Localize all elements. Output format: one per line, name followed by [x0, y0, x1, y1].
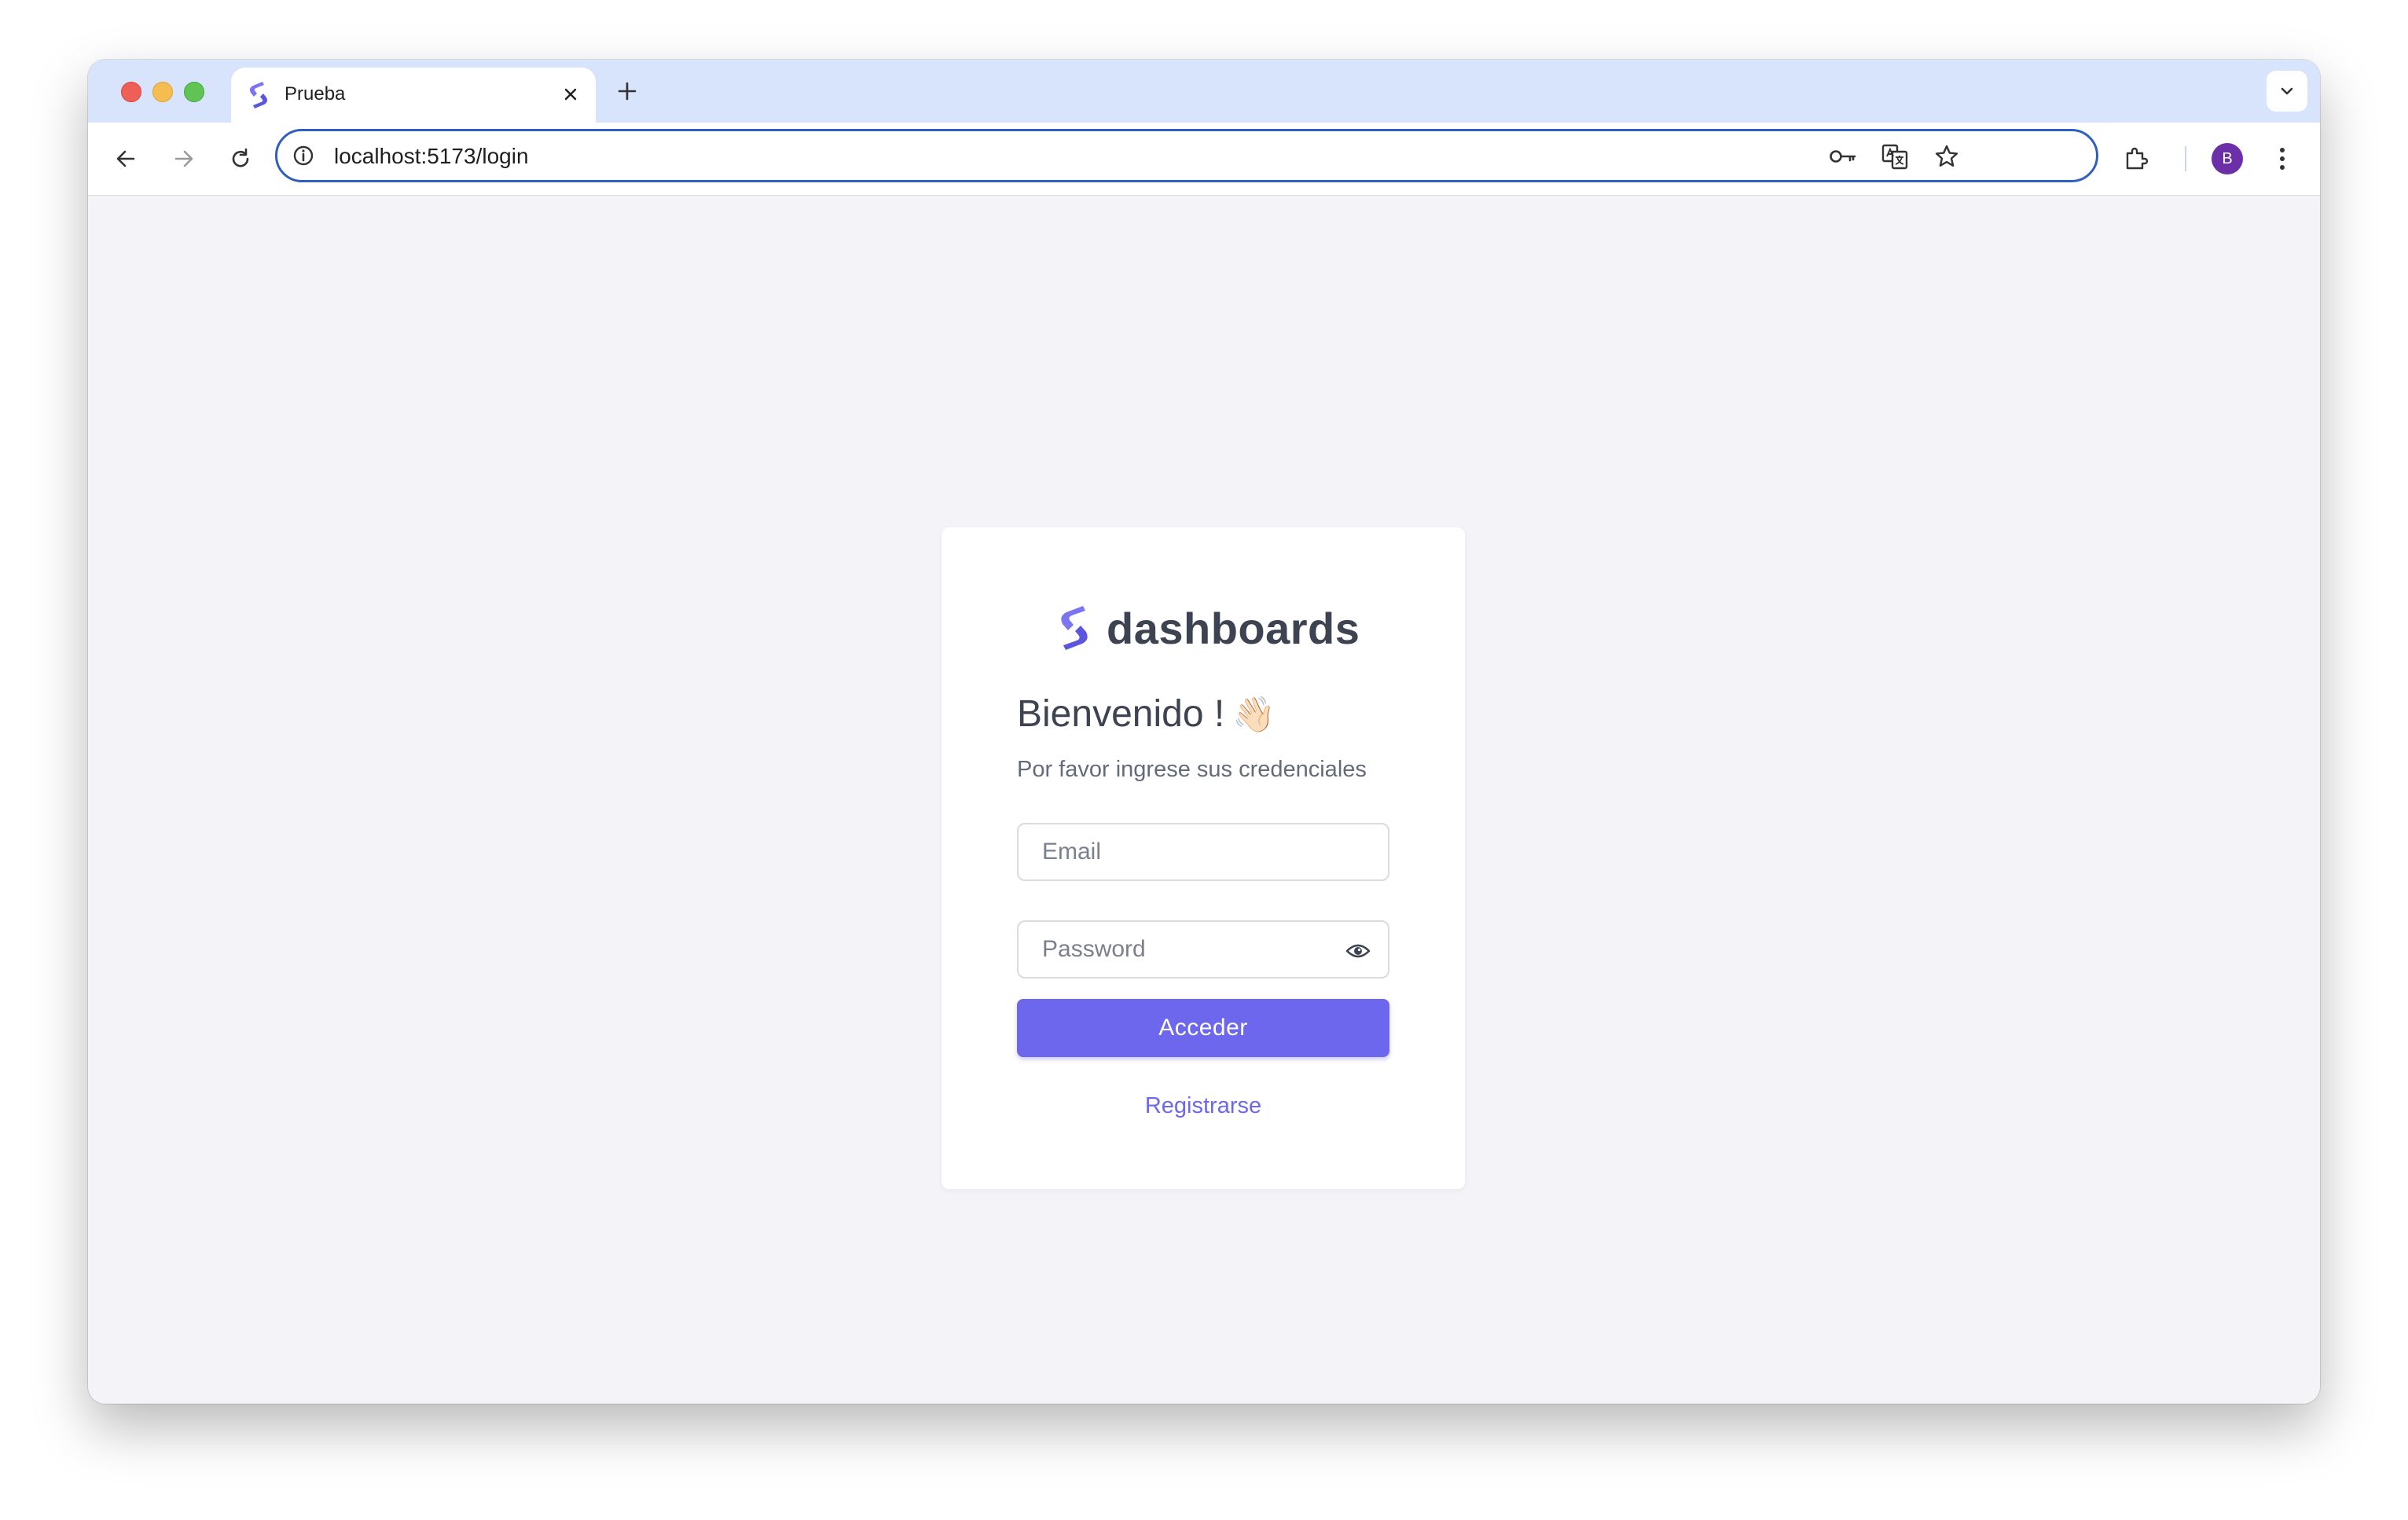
- address-bar[interactable]: localhost:5173/login: [275, 129, 2098, 182]
- profile-avatar[interactable]: B: [2212, 143, 2243, 174]
- extensions-button[interactable]: [2119, 141, 2153, 176]
- register-link[interactable]: Registrarse: [942, 1093, 1465, 1119]
- browser-toolbar: localhost:5173/login B: [88, 123, 2320, 196]
- email-input[interactable]: [1019, 824, 1388, 879]
- more-vert-icon: [2280, 148, 2285, 170]
- minimize-window-button[interactable]: [152, 82, 173, 102]
- waving-hand-icon: 👋🏻: [1232, 695, 1276, 734]
- tab-search-button[interactable]: [2267, 71, 2307, 112]
- tab-title: Prueba: [284, 83, 346, 105]
- reload-icon: [232, 148, 249, 167]
- extensions-icon: [2126, 147, 2149, 170]
- reload-button[interactable]: [223, 141, 258, 176]
- translate-icon: [1881, 144, 1908, 170]
- brand-name: dashboards: [1107, 603, 1360, 653]
- menu-button[interactable]: [2265, 141, 2300, 176]
- new-tab-button[interactable]: [611, 75, 643, 107]
- email-field[interactable]: [1017, 823, 1389, 881]
- welcome-heading: Bienvenido ! 👋🏻: [1017, 692, 1276, 736]
- welcome-text: Bienvenido !: [1017, 693, 1225, 735]
- forward-arrow-icon: [174, 150, 193, 167]
- forward-button[interactable]: [167, 141, 201, 176]
- back-button[interactable]: [108, 141, 143, 176]
- chevron-down-icon: [2281, 87, 2293, 95]
- star-icon: [1935, 145, 1958, 167]
- login-card: dashboards Bienvenido ! 👋🏻 Por favor ing…: [942, 527, 1465, 1189]
- login-button[interactable]: Acceder: [1017, 999, 1389, 1057]
- close-icon[interactable]: [556, 80, 585, 108]
- brand: dashboards: [1056, 603, 1360, 653]
- password-key-button[interactable]: [1829, 142, 1857, 171]
- translate-button[interactable]: [1881, 142, 1909, 171]
- key-icon: [1830, 150, 1856, 163]
- maximize-window-button[interactable]: [184, 82, 204, 102]
- login-subtitle: Por favor ingrese sus credenciales: [1017, 757, 1367, 782]
- dashboards-logo-icon: [1061, 606, 1088, 650]
- plus-icon: [618, 82, 637, 101]
- bookmark-button[interactable]: [1933, 142, 1961, 171]
- tab-strip: Prueba: [88, 60, 2320, 123]
- address-url[interactable]: localhost:5173/login: [334, 144, 529, 169]
- page-content: dashboards Bienvenido ! 👋🏻 Por favor ing…: [88, 196, 2320, 1404]
- back-arrow-icon: [116, 150, 135, 167]
- password-input[interactable]: [1019, 922, 1388, 977]
- info-icon[interactable]: [292, 144, 315, 167]
- password-field[interactable]: [1017, 920, 1389, 978]
- tab-prueba[interactable]: Prueba: [231, 68, 596, 123]
- eye-icon[interactable]: [1345, 939, 1371, 963]
- toolbar-divider: [2185, 146, 2186, 171]
- close-window-button[interactable]: [121, 82, 141, 102]
- dashboards-logo-icon: [250, 82, 267, 108]
- browser-window: Prueba localhost:5173/login B dashboards…: [88, 60, 2320, 1404]
